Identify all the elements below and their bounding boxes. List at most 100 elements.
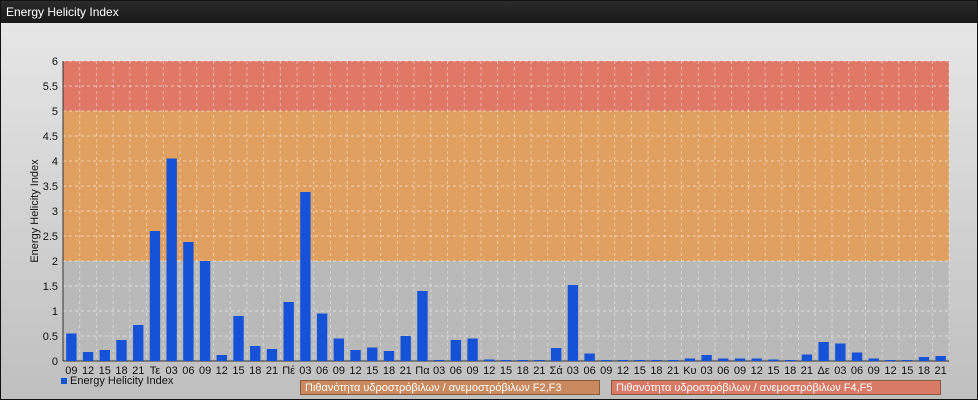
x-tick-label: 03 xyxy=(299,365,311,377)
bar-31 xyxy=(584,353,595,361)
x-tick-label: 15 xyxy=(901,365,913,377)
x-tick-label: Σά xyxy=(550,365,564,377)
bar-13 xyxy=(283,302,294,361)
bar-27 xyxy=(517,360,528,361)
bar-49 xyxy=(885,360,896,361)
band-legend-f2-f3: Πιθανότητα υδροστρόβιλων / ανεμοστρόβιλω… xyxy=(300,380,600,395)
band-legend-f2-f3-label: Πιθανότητα υδροστρόβιλων / ανεμοστρόβιλω… xyxy=(305,382,562,394)
x-tick-label: 09 xyxy=(466,365,478,377)
x-tick-label: 18 xyxy=(517,365,529,377)
bar-32 xyxy=(601,360,612,361)
bar-5 xyxy=(149,231,161,361)
bar-9 xyxy=(216,355,227,361)
x-tick-label: 12 xyxy=(617,365,629,377)
bar-52 xyxy=(935,356,946,361)
y-tick-label: 4.5 xyxy=(43,131,58,143)
bar-20 xyxy=(400,336,411,361)
bar-10 xyxy=(233,316,244,361)
y-tick-label: 4 xyxy=(52,156,58,168)
bar-40 xyxy=(734,358,746,361)
x-tick-label: Πέ xyxy=(282,365,295,377)
x-tick-label: 12 xyxy=(483,365,495,377)
chart-window: Energy Helicity Index 0 0.5 1 1.5 2 2.5 3 3.5 4 4… xyxy=(0,0,978,400)
bar-38 xyxy=(701,355,712,361)
y-tick-label: 5 xyxy=(52,106,58,118)
x-tick-label: 12 xyxy=(751,365,763,377)
helicity-chart: 00.511.522.533.544.555.5609 12 15 18 21 Τε 03 0… xyxy=(29,56,950,377)
x-tick-label: 06 xyxy=(182,365,194,377)
bar-33 xyxy=(617,360,629,361)
plot-area-background: 0 0.5 1 1.5 2 2.5 3 3.5 4 4.5 5 5.5 6 09 12 15 18 21 Τε 03 0… xyxy=(1,23,977,399)
bar-30 xyxy=(567,285,579,361)
x-tick-label: 18 xyxy=(249,365,261,377)
bar-51 xyxy=(918,357,930,361)
series-legend-label: Energy Helicity Index xyxy=(70,375,174,387)
x-tick-label: 15 xyxy=(767,365,779,377)
x-tick-label: 06 xyxy=(450,365,462,377)
x-tick-label: 12 xyxy=(884,365,896,377)
bar-25 xyxy=(484,359,495,361)
y-tick-label: 1.5 xyxy=(43,281,58,293)
x-tick-label: 15 xyxy=(366,365,378,377)
x-tick-label: 09 xyxy=(333,365,345,377)
y-axis-label: Energy Helicity Index xyxy=(29,159,41,263)
x-tick-label: 03 xyxy=(834,365,846,377)
bar-2 xyxy=(99,350,110,361)
x-tick-label: 15 xyxy=(634,365,646,377)
series-legend[interactable]: Energy Helicity Index xyxy=(61,375,173,387)
x-tick-label: 21 xyxy=(533,365,545,377)
bar-34 xyxy=(634,360,645,361)
x-tick-label: 18 xyxy=(918,365,930,377)
x-tick-label: 21 xyxy=(266,365,278,377)
x-tick-label: 18 xyxy=(650,365,662,377)
x-tick-label: 21 xyxy=(801,365,813,377)
x-tick-label: 06 xyxy=(583,365,595,377)
x-tick-label: 12 xyxy=(216,365,228,377)
x-tick-label: 09 xyxy=(868,365,880,377)
bar-36 xyxy=(667,360,679,361)
x-tick-label: 03 xyxy=(433,365,445,377)
bar-18 xyxy=(367,347,378,361)
bar-29 xyxy=(550,348,562,361)
bar-22 xyxy=(433,360,445,361)
y-tick-label: 2 xyxy=(52,256,58,268)
x-tick-label: 21 xyxy=(935,365,947,377)
bar-15 xyxy=(316,313,328,361)
bar-26 xyxy=(500,360,512,361)
bar-28 xyxy=(534,360,545,361)
bar-12 xyxy=(266,349,278,361)
y-tick-label: 3.5 xyxy=(43,181,58,193)
y-tick-label: 6 xyxy=(52,56,58,68)
x-tick-label: 09 xyxy=(734,365,746,377)
x-tick-label: 12 xyxy=(349,365,361,377)
x-tick-label: 15 xyxy=(500,365,512,377)
bar-46 xyxy=(835,343,846,361)
bar-4 xyxy=(133,325,144,361)
bar-21 xyxy=(417,291,428,361)
bar-0 xyxy=(66,333,77,361)
bar-48 xyxy=(868,358,879,361)
x-tick-label: 06 xyxy=(851,365,863,377)
bar-45 xyxy=(818,342,829,361)
x-tick-label: Πα xyxy=(415,365,430,377)
band-legend-f4-f5-label: Πιθανότητα υδροστρόβιλων / ανεμοστρόβιλω… xyxy=(616,382,873,394)
x-tick-label: 03 xyxy=(567,365,579,377)
y-tick-label: 0 xyxy=(52,356,58,368)
bar-1 xyxy=(82,352,94,361)
bar-24 xyxy=(467,338,478,361)
x-tick-label: Δε xyxy=(817,365,829,377)
x-tick-label: 18 xyxy=(383,365,395,377)
y-tick-label: 3 xyxy=(52,206,58,218)
y-tick-label: 2.5 xyxy=(43,231,58,243)
bar-44 xyxy=(801,354,813,361)
bar-47 xyxy=(851,352,863,361)
bar-39 xyxy=(718,358,729,361)
x-tick-label: 21 xyxy=(400,365,412,377)
x-tick-label: 06 xyxy=(316,365,328,377)
bar-17 xyxy=(350,350,361,361)
y-tick-label: 5.5 xyxy=(43,81,58,93)
bar-43 xyxy=(785,360,796,361)
bar-19 xyxy=(383,351,395,361)
band-legend-f4-f5: Πιθανότητα υδροστρόβιλων / ανεμοστρόβιλω… xyxy=(611,380,941,395)
bar-11 xyxy=(250,346,261,361)
